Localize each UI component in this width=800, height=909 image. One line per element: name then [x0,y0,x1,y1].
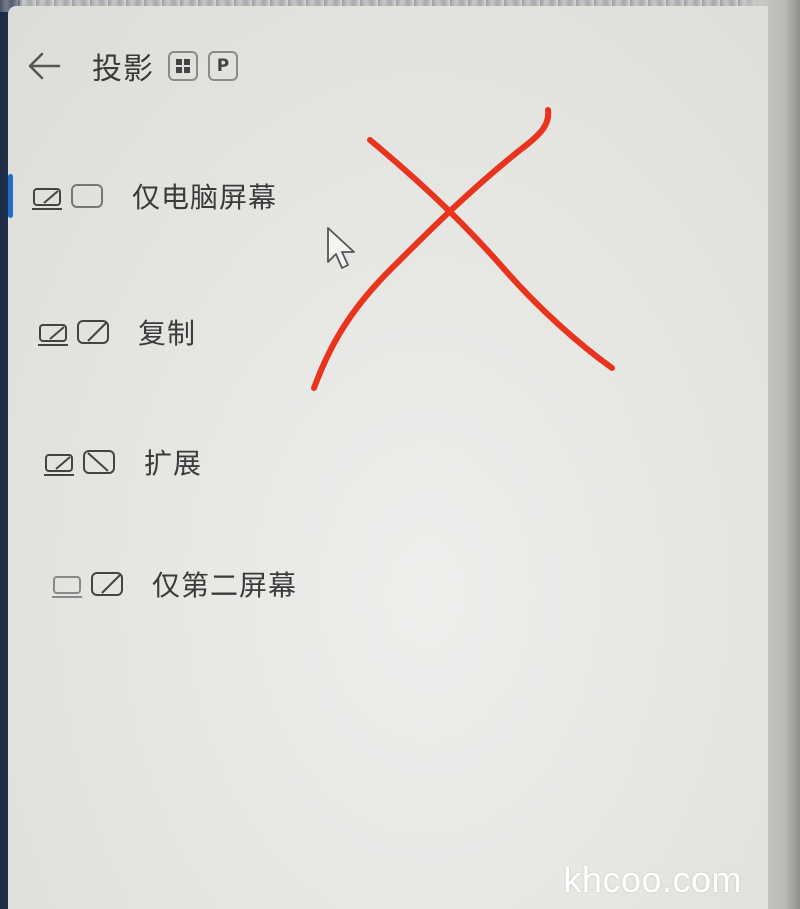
p-key-badge: P [208,51,238,81]
option-duplicate[interactable]: 复制 [36,302,196,362]
option-label: 仅第二屏幕 [152,569,298,602]
second-screen-only-icon [50,567,130,601]
p-key-label: P [216,56,230,76]
page-title: 投影 [92,52,154,87]
option-extend[interactable]: 扩展 [42,432,202,492]
photo-frame: 投影 P 仅电脑屏幕 复制 扩展 仅第二屏幕 khcoo.com [0,0,800,909]
option-label: 复制 [138,317,197,350]
selected-indicator [8,174,13,218]
option-label: 扩展 [144,447,203,480]
duplicate-icon [36,315,116,349]
windows-key-badge [168,51,198,81]
option-second-screen-only[interactable]: 仅第二屏幕 [50,554,297,614]
option-pc-screen-only[interactable]: 仅电脑屏幕 [30,166,277,226]
mouse-cursor-icon [327,227,355,269]
project-panel: 投影 P 仅电脑屏幕 复制 扩展 仅第二屏幕 [8,6,768,909]
windows-logo-icon [176,59,190,73]
panel-header: 投影 P [24,42,238,90]
option-label: 仅电脑屏幕 [132,181,278,214]
extend-icon [42,445,122,479]
pc-screen-only-icon [30,179,110,213]
back-button[interactable] [24,46,64,86]
arrow-left-icon [28,52,61,80]
watermark: khcoo.com [563,859,742,900]
